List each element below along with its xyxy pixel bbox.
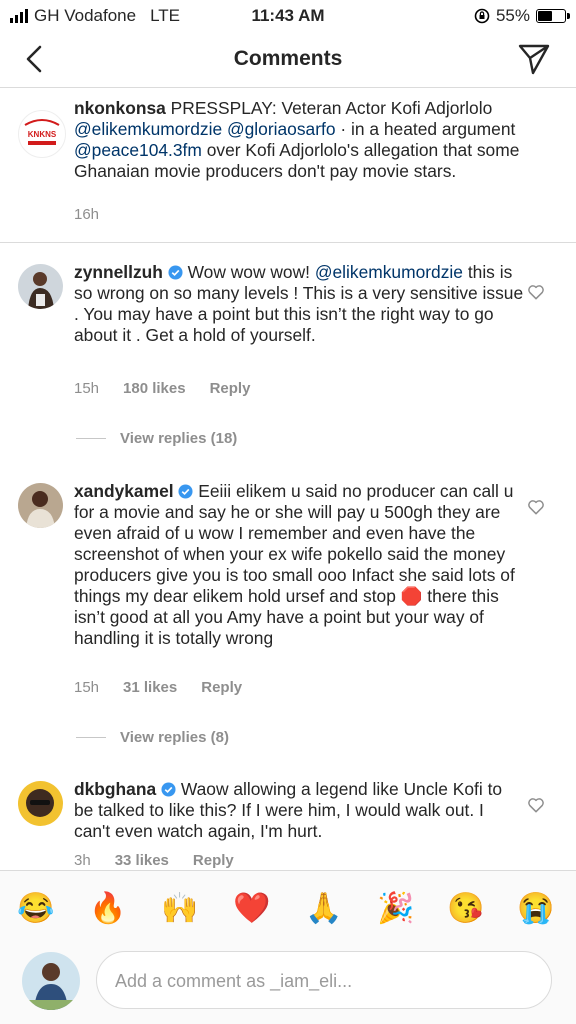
praying-hands-emoji-button[interactable]: 🙏	[304, 889, 344, 929]
comment-meta: 15h 180 likes Reply	[74, 380, 274, 397]
comment-time: 15h	[74, 679, 100, 696]
avatar[interactable]	[18, 781, 63, 826]
reply-button[interactable]: Reply	[193, 852, 234, 869]
view-replies-button[interactable]: View replies (8)	[76, 729, 229, 746]
comment-text-start: Wow wow wow!	[187, 262, 310, 282]
caption-username[interactable]: nkonkonsa	[74, 98, 166, 118]
avatar[interactable]	[18, 483, 63, 528]
divider	[76, 438, 106, 439]
comment-meta: 15h 31 likes Reply	[74, 679, 266, 696]
svg-text:KNKNS: KNKNS	[28, 130, 57, 139]
crying-emoji-button[interactable]: 😭	[516, 889, 556, 929]
caption-meta: 16h	[74, 206, 123, 223]
header: Comments	[0, 32, 576, 88]
verified-badge-icon	[161, 782, 176, 797]
avatar[interactable]	[22, 952, 80, 1010]
orientation-lock-icon	[474, 8, 490, 24]
comment-text: zynnellzuh Wow wow wow! @elikemkumordzie…	[74, 262, 524, 346]
divider	[76, 737, 106, 738]
reply-button[interactable]: Reply	[210, 380, 251, 397]
likes-count[interactable]: 180 likes	[123, 380, 186, 397]
view-replies-button[interactable]: View replies (18)	[76, 430, 237, 447]
view-replies-label: View replies (8)	[120, 729, 229, 746]
mention-link[interactable]: @peace104.3fm	[74, 140, 202, 160]
caption-text-start: PRESSPLAY: Veteran Actor Kofi Adjorlolo	[170, 98, 493, 118]
heart-icon[interactable]	[526, 282, 546, 302]
battery-percent: 55%	[495, 6, 530, 25]
stop-sign-emoji: 🛑	[400, 586, 423, 606]
post-caption: KNKNS nkonkonsa PRESSPLAY: Veteran Actor…	[0, 98, 576, 243]
caption-text: nkonkonsa PRESSPLAY: Veteran Actor Kofi …	[74, 98, 554, 182]
fire-emoji-button[interactable]: 🔥	[88, 889, 128, 929]
likes-count[interactable]: 33 likes	[115, 852, 169, 869]
mention-link[interactable]: @gloriaosarfo	[227, 119, 336, 139]
caption-text-mid: · in a heated argument	[340, 119, 516, 139]
comment-composer	[0, 946, 576, 1024]
page-title: Comments	[233, 47, 343, 70]
comment-username[interactable]: zynnellzuh	[74, 262, 163, 282]
comment-text: xandykamel Eeiii elikem u said no produc…	[74, 481, 524, 649]
heart-icon[interactable]	[526, 795, 546, 815]
heart-emoji-button[interactable]: ❤️	[232, 889, 272, 929]
verified-badge-icon	[178, 484, 193, 499]
avatar[interactable]	[18, 264, 63, 309]
raised-hands-emoji-button[interactable]: 🙌	[160, 889, 200, 929]
emoji-bar: 😂 🔥 🙌 ❤️ 🙏 🎉 😘 😭	[0, 870, 576, 947]
laughing-emoji-button[interactable]: 😂	[16, 889, 56, 929]
paper-plane-icon[interactable]	[516, 41, 552, 77]
party-popper-emoji-button[interactable]: 🎉	[376, 889, 416, 929]
caption-time: 16h	[74, 206, 100, 223]
comment-meta: 3h 33 likes Reply	[74, 852, 258, 869]
status-bar: GH Vodafone LTE 11:43 AM 55%	[0, 0, 576, 32]
verified-badge-icon	[168, 265, 183, 280]
heart-icon[interactable]	[526, 497, 546, 517]
comment-input[interactable]	[113, 952, 537, 1010]
comment-time: 3h	[74, 852, 91, 869]
likes-count[interactable]: 31 likes	[123, 679, 177, 696]
reply-button[interactable]: Reply	[201, 679, 242, 696]
battery-icon	[536, 9, 570, 23]
mention-link[interactable]: @elikemkumordzie	[315, 262, 463, 282]
comment-input-container	[96, 951, 552, 1010]
avatar[interactable]: KNKNS	[18, 110, 66, 158]
comment-username[interactable]: dkbghana	[74, 779, 156, 799]
view-replies-label: View replies (18)	[120, 430, 238, 447]
comment-time: 15h	[74, 380, 100, 397]
comment-text: dkbghana Waow allowing a legend like Unc…	[74, 779, 524, 842]
mention-link[interactable]: @elikemkumordzie	[74, 119, 222, 139]
nkonkonsa-logo-icon: KNKNS	[20, 112, 64, 156]
comment-username[interactable]: xandykamel	[74, 481, 174, 501]
kiss-emoji-button[interactable]: 😘	[446, 889, 486, 929]
